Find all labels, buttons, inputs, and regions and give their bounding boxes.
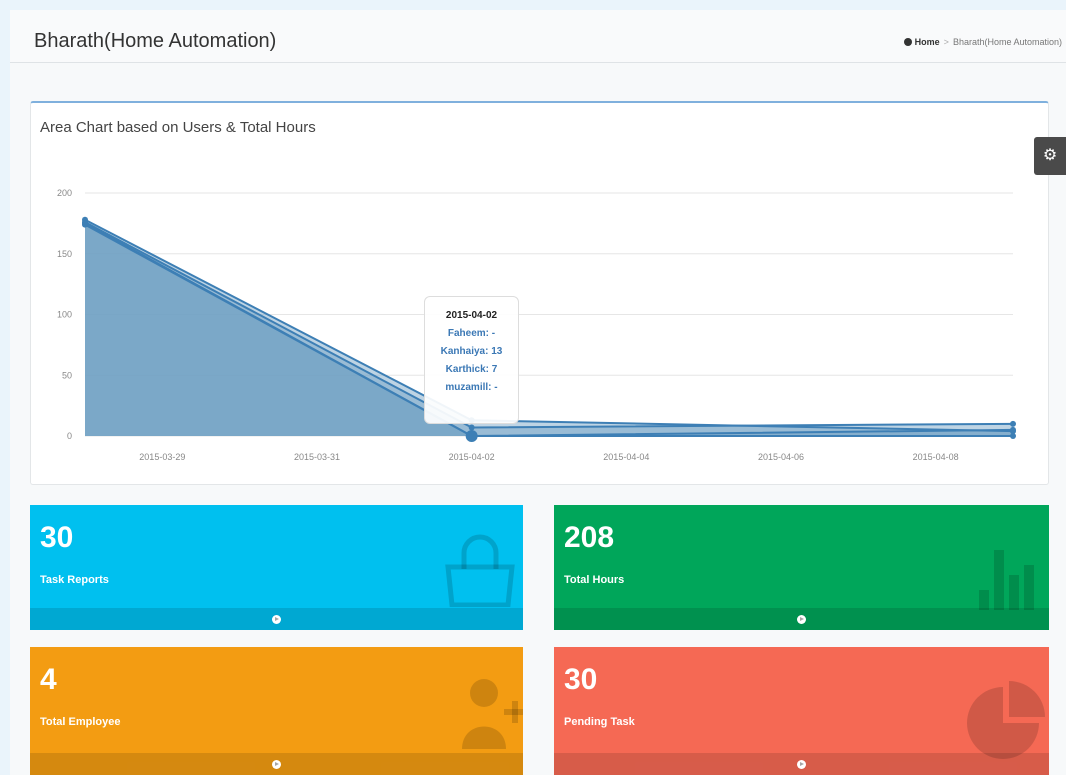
hover-point [465,430,478,442]
stat-label: Pending Task [564,716,635,728]
tooltip-row: Faheem: - [447,328,496,339]
stat-value: 208 [564,521,615,554]
x-tick-label: 2015-03-31 [294,452,340,462]
stat-label: Task Reports [40,574,109,586]
tooltip-row: muzamill: - [445,382,498,393]
series-area [85,224,1013,436]
breadcrumb-current: Bharath(Home Automation) [952,37,1062,47]
area-chart-panel: Area Chart based on Users & Total Hours … [30,101,1049,485]
user-plus-icon [462,679,523,749]
chart-tooltip: 2015-04-02 Faheem: - Kanhaiya: 13 Karthi… [424,296,519,424]
tooltip-row: Karthick: 7 [445,364,498,375]
circle-arrow-right-icon [797,614,806,624]
y-tick-label: 200 [57,188,72,198]
x-tick-label: 2015-04-04 [603,452,649,462]
more-info-link[interactable] [554,753,1049,775]
more-info-link[interactable] [30,753,523,775]
tooltip-row: Kanhaiya: 13 [440,346,503,357]
page-header: Bharath(Home Automation) Home > Bharath(Ho… [10,10,1066,63]
stat-label: Total Hours [564,574,625,586]
stat-label: Total Employee [40,716,121,728]
x-tick-label: 2015-04-06 [758,452,804,462]
stat-box-task-reports: 30 Task Reports [30,505,523,630]
dashboard-icon [903,38,912,46]
bar-chart-icon [979,550,1034,610]
stat-box-total-employee: 4 Total Employee [30,647,523,775]
more-info-link[interactable] [30,608,523,630]
x-tick-label: 2015-04-02 [449,452,495,462]
circle-arrow-right-icon [797,759,806,769]
circle-arrow-right-icon [272,759,281,769]
data-point [468,424,475,431]
data-point [1010,426,1016,433]
y-tick-label: 0 [67,431,72,441]
y-tick-label: 100 [57,310,72,320]
x-tick-label: 2015-03-29 [139,452,185,462]
breadcrumb-home-link[interactable]: Home [915,37,940,47]
area-chart: 200 150 100 50 0 2015-03-29 2015-03-31 2015-04-… [57,188,1016,462]
breadcrumb: Home > Bharath(Home Automation) [903,37,1062,47]
breadcrumb-separator: > [943,37,949,47]
settings-toggle-button[interactable]: ⚙ [1034,137,1066,175]
gear-icon: ⚙ [1042,147,1058,164]
stat-box-pending-task: 30 Pending Task [554,647,1049,775]
data-point [82,221,88,228]
circle-arrow-right-icon [272,614,281,624]
stat-value: 30 [564,663,598,696]
y-tick-label: 50 [62,370,72,380]
data-point [1010,433,1016,439]
tooltip-date: 2015-04-02 [445,310,498,321]
x-tick-label: 2015-04-08 [913,452,959,462]
shopping-bag-icon [445,534,515,607]
more-info-link[interactable] [554,608,1049,630]
page-title: Bharath(Home Automation) [34,30,277,52]
stat-value: 4 [40,663,57,696]
data-point [1010,420,1016,427]
stat-value: 30 [40,521,74,554]
stat-box-total-hours: 208 Total Hours [554,505,1049,630]
y-tick-label: 150 [57,249,72,259]
